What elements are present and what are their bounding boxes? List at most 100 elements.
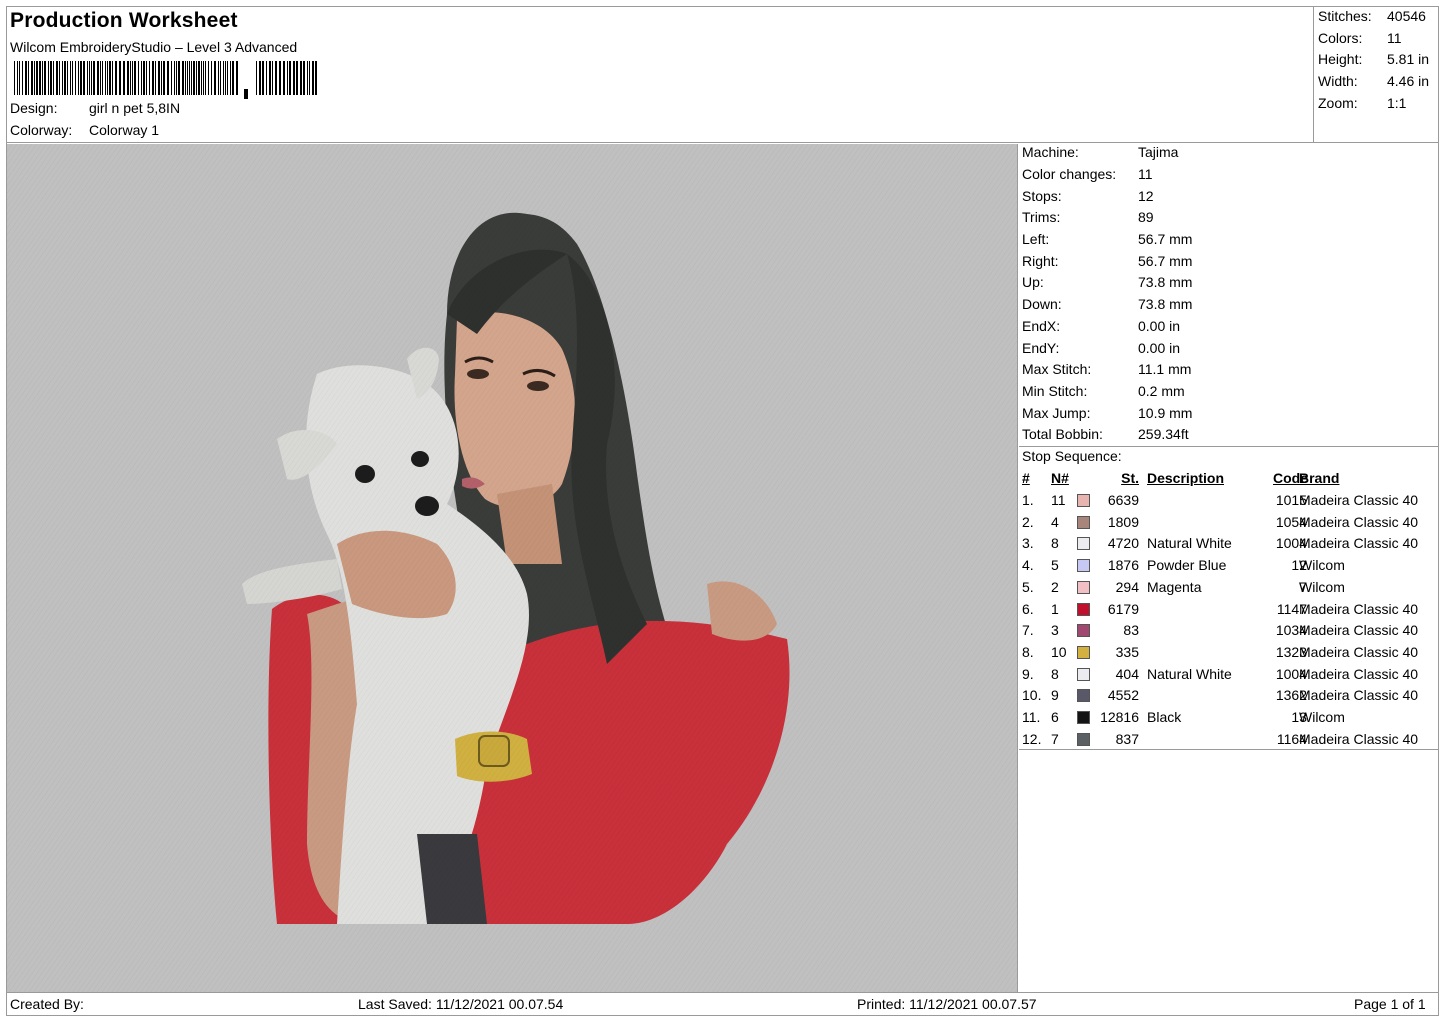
- machine-row: Machine: Tajima: [1022, 144, 1179, 160]
- barcode: [14, 61, 317, 99]
- row-number: 11.: [1022, 709, 1041, 725]
- stitch-count: 6639: [1107, 492, 1139, 508]
- table-row: 1. 11 6639 1015 Madeira Classic 40: [1019, 490, 1439, 512]
- row-number: 1.: [1022, 492, 1034, 508]
- thread-brand: Madeira Classic 40: [1299, 665, 1419, 682]
- divider: [1019, 749, 1439, 750]
- thread-brand: Madeira Classic 40: [1299, 687, 1419, 704]
- stitch-count: 4720: [1107, 535, 1139, 552]
- color-description: Natural White: [1147, 535, 1232, 552]
- endy-row: EndY: 0.00 in: [1022, 340, 1181, 356]
- stat-height: Height: 5.81 in: [1318, 51, 1430, 67]
- needle-number: 11: [1051, 492, 1066, 508]
- color-description: Natural White: [1147, 665, 1232, 682]
- thread-brand: Madeira Classic 40: [1299, 643, 1419, 660]
- stitch-count: 837: [1115, 730, 1139, 747]
- stop-sequence-label: Stop Sequence:: [1022, 448, 1122, 464]
- thread-brand: Madeira Classic 40: [1299, 622, 1419, 639]
- table-header: # N# St. Description Code Brand: [1019, 468, 1439, 490]
- left-row: Left: 56.7 mm: [1022, 231, 1193, 247]
- needle-number: 10: [1051, 643, 1067, 660]
- design-row: Design: girl n pet 5,8IN: [10, 100, 180, 116]
- colorway-row: Colorway: Colorway 1: [10, 122, 159, 138]
- table-row: 8. 10 335 1323 Madeira Classic 40: [1019, 642, 1439, 664]
- color-description: Magenta: [1147, 578, 1202, 595]
- color-swatch: [1077, 559, 1090, 573]
- worksheet-footer: Created By: Last Saved: 11/12/2021 00.07…: [7, 992, 1438, 1015]
- stitch-count: 83: [1123, 622, 1139, 639]
- stat-colors: Colors: 11: [1318, 30, 1402, 46]
- color-swatch: [1077, 494, 1090, 507]
- needle-number: 9: [1051, 687, 1059, 704]
- design-preview: [7, 144, 1018, 992]
- stitch-count: 1809: [1107, 513, 1139, 530]
- color-swatch: [1077, 602, 1090, 616]
- info-panel: Machine: Tajima Color changes: 11 Stops: 12…: [1019, 144, 1439, 992]
- color-swatch: [1077, 711, 1090, 724]
- design-value: girl n pet 5,8IN: [89, 100, 181, 116]
- stitch-count: 1876: [1107, 557, 1139, 574]
- row-number: 2.: [1022, 513, 1034, 530]
- color-description: Powder Blue: [1147, 557, 1227, 574]
- max-stitch-row: Max Stitch: 11.1 mm: [1022, 361, 1192, 377]
- row-number: 5.: [1022, 578, 1034, 595]
- right-row: Right: 56.7 mm: [1022, 253, 1193, 269]
- col-brand-header: Brand: [1299, 470, 1340, 486]
- table-row: 6. 1 6179 1147 Madeira Classic 40: [1019, 599, 1439, 621]
- endx-row: EndX: 0.00 in: [1022, 318, 1181, 334]
- total-bobbin-row: Total Bobbin: 259.34ft: [1022, 426, 1189, 442]
- col-st-header: St.: [1121, 470, 1139, 486]
- row-number: 8.: [1022, 643, 1034, 660]
- needle-number: 1: [1051, 600, 1059, 617]
- stat-stitches: Stitches: 40546: [1318, 8, 1426, 24]
- color-swatch: [1077, 515, 1090, 529]
- up-row: Up: 73.8 mm: [1022, 274, 1193, 290]
- thread-brand: Wilcom: [1299, 709, 1345, 725]
- stat-width: Width: 4.46 in: [1318, 73, 1430, 89]
- table-row: 5. 2 294 Magenta 7 Wilcom: [1019, 577, 1439, 599]
- needle-number: 5: [1051, 557, 1059, 574]
- color-swatch: [1077, 667, 1090, 681]
- stitch-count: 12816: [1100, 709, 1139, 725]
- row-number: 10.: [1022, 687, 1042, 704]
- last-saved: Last Saved: 11/12/2021 00.07.54: [358, 996, 564, 1012]
- color-swatch: [1077, 732, 1090, 746]
- color-changes-row: Color changes: 11: [1022, 166, 1153, 182]
- row-number: 12.: [1022, 730, 1042, 747]
- embroidery-illustration: [7, 144, 1017, 992]
- needle-number: 3: [1051, 622, 1059, 639]
- stats-box: Stitches: 40546 Colors: 11 Height: 5.81 in …: [1314, 6, 1439, 143]
- table-row: 2. 4 1809 1054 Madeira Classic 40: [1019, 512, 1439, 534]
- stitch-count: 6179: [1107, 600, 1139, 617]
- needle-number: 2: [1051, 578, 1059, 595]
- software-name: Wilcom EmbroideryStudio – Level 3 Advanc…: [10, 39, 298, 55]
- stitch-count: 404: [1115, 665, 1139, 682]
- thread-brand: Wilcom: [1299, 578, 1345, 595]
- needle-number: 4: [1051, 513, 1059, 530]
- color-description: Black: [1147, 709, 1182, 725]
- color-swatch: [1077, 689, 1090, 703]
- table-row: 4. 5 1876 Powder Blue 12 Wilcom: [1019, 555, 1439, 577]
- max-jump-row: Max Jump: 10.9 mm: [1022, 405, 1193, 421]
- printed-date: Printed: 11/12/2021 00.07.57: [857, 996, 1037, 1012]
- table-row: 3. 8 4720 Natural White 1004 Madeira Classic …: [1019, 533, 1439, 555]
- down-row: Down: 73.8 mm: [1022, 296, 1193, 312]
- thread-brand: Madeira Classic 40: [1299, 492, 1419, 508]
- stitch-count: 4552: [1107, 687, 1139, 704]
- colorway-value: Colorway 1: [89, 122, 160, 138]
- row-number: 4.: [1022, 557, 1034, 574]
- stitch-count: 294: [1115, 578, 1139, 595]
- divider: [1019, 446, 1439, 447]
- thread-brand: Wilcom: [1299, 557, 1345, 574]
- needle-number: 8: [1051, 535, 1059, 552]
- page-number: Page 1 of 1: [1354, 996, 1426, 1012]
- col-n-header: N#: [1051, 470, 1069, 486]
- color-swatch: [1077, 537, 1090, 551]
- row-number: 3.: [1022, 535, 1034, 552]
- thread-brand: Madeira Classic 40: [1299, 535, 1419, 552]
- table-row: 11. 6 12816 Black 13 Wilcom: [1019, 707, 1439, 729]
- trims-row: Trims: 89: [1022, 209, 1154, 225]
- stitch-count: 335: [1115, 643, 1139, 660]
- worksheet-header: Production Worksheet Wilcom EmbroiderySt…: [6, 6, 1314, 143]
- row-number: 7.: [1022, 622, 1034, 639]
